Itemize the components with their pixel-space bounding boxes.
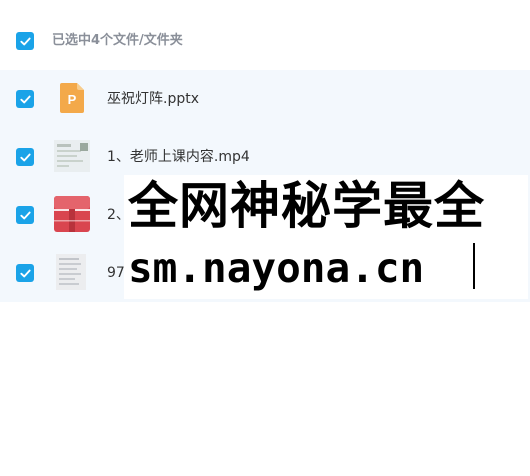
- svg-text:P: P: [68, 92, 77, 107]
- ppt-file-icon: P: [54, 80, 90, 116]
- file-checkbox[interactable]: [16, 148, 34, 166]
- checkmark-icon: [19, 37, 31, 45]
- select-all-checkbox[interactable]: [16, 32, 34, 50]
- file-name: 巫祝灯阵.pptx: [107, 91, 199, 107]
- video-thumbnail: [54, 138, 90, 174]
- document-thumbnail: [54, 254, 90, 290]
- checkmark-icon: [19, 211, 31, 219]
- watermark-overlay: 全网神秘学最全 sm.nayona.cn: [124, 175, 528, 299]
- file-row[interactable]: P 巫祝灯阵.pptx: [0, 70, 530, 128]
- file-checkbox[interactable]: [16, 264, 34, 282]
- watermark-line2: sm.nayona.cn: [128, 244, 425, 292]
- checkmark-icon: [19, 153, 31, 161]
- file-checkbox[interactable]: [16, 90, 34, 108]
- file-checkbox[interactable]: [16, 206, 34, 224]
- selection-count-label: 已选中4个文件/文件夹: [52, 33, 183, 48]
- watermark-line1: 全网神秘学最全: [128, 177, 485, 235]
- selection-header: 已选中4个文件/文件夹: [0, 0, 530, 70]
- checkmark-icon: [19, 269, 31, 277]
- checkmark-icon: [19, 95, 31, 103]
- text-cursor: [473, 243, 475, 289]
- file-name: 1、老师上课内容.mp4: [107, 149, 250, 165]
- file-name: 97: [107, 265, 125, 281]
- archive-file-icon: [54, 196, 90, 232]
